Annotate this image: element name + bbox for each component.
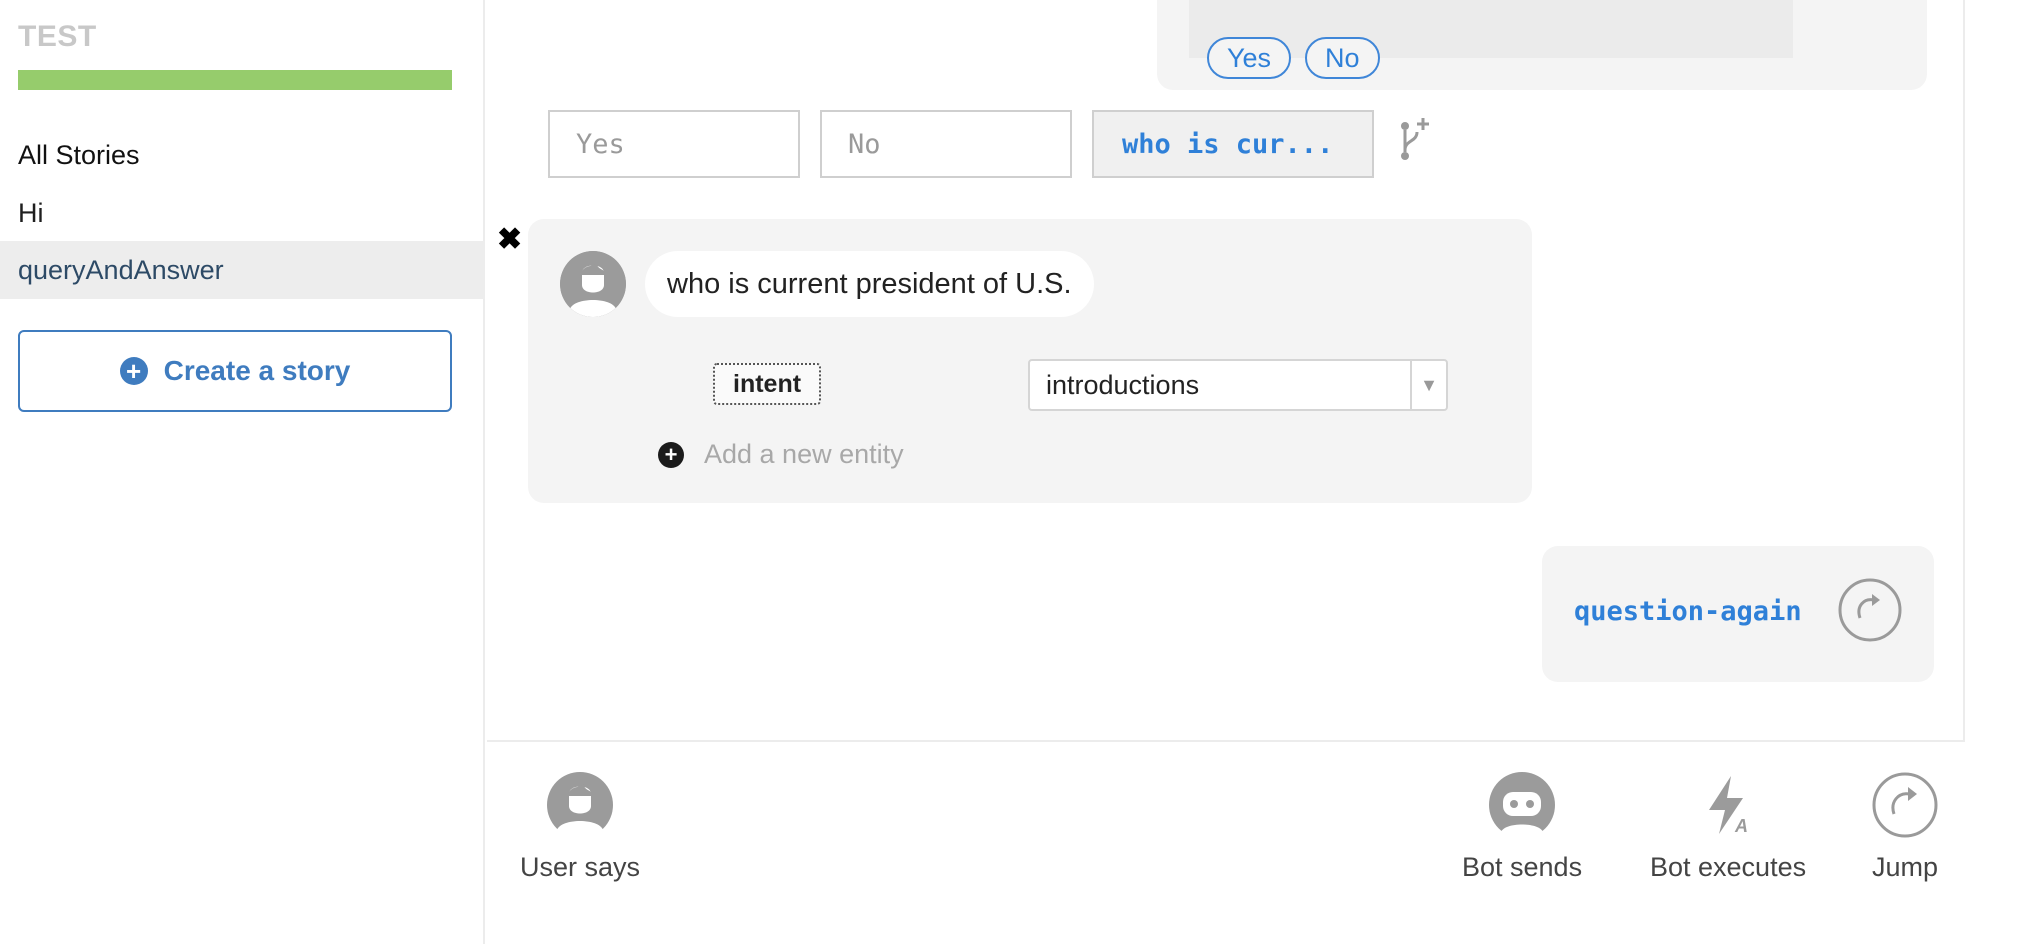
lightning-icon: A [1709, 776, 1748, 836]
branch-tab-who-is-current[interactable]: who is cur... [1092, 110, 1374, 178]
sidebar-item-label: queryAndAnswer [18, 255, 224, 285]
redo-arrow-icon [1872, 772, 1938, 838]
user-utterance-block: who is current president of U.S. intent … [528, 219, 1532, 503]
progress-fill [18, 70, 452, 90]
jump-target[interactable]: question-again [1574, 596, 1802, 627]
intent-select[interactable]: introductions ▼ [1028, 359, 1448, 411]
user-avatar-icon [547, 772, 614, 838]
add-bot-sends-button[interactable]: Bot sends [1462, 772, 1582, 883]
toolbar-label: Jump [1872, 852, 1939, 882]
jump-block: question-again [1542, 546, 1934, 682]
bot-button-no[interactable]: No [1305, 37, 1380, 79]
sidebar-item-label: All Stories [18, 140, 140, 170]
intent-label: intent [713, 363, 822, 405]
branch-tab-yes[interactable]: Yes [548, 110, 800, 178]
story-canvas: Yes No Yes No who is cur... ✖ who is cur… [487, 0, 1965, 742]
add-jump-button[interactable]: Jump [1872, 772, 1938, 883]
chevron-down-icon[interactable]: ▼ [1410, 361, 1446, 409]
branch-tab-label: Yes [576, 128, 625, 160]
user-utterance-text[interactable]: who is current president of U.S. [645, 251, 1094, 317]
create-story-button[interactable]: + Create a story [18, 330, 452, 412]
sidebar-item-query-and-answer[interactable]: queryAndAnswer [0, 241, 485, 299]
toolbar-label: Bot executes [1650, 852, 1807, 882]
add-entity-placeholder: Add a new entity [704, 439, 904, 469]
branch-tab-label: No [848, 128, 881, 160]
sidebar-item-hi[interactable]: Hi [0, 184, 485, 242]
branch-tab-no[interactable]: No [820, 110, 1072, 178]
project-progress-bar [18, 70, 452, 90]
branch-add-icon[interactable] [1395, 116, 1435, 164]
sidebar-item-label: Hi [18, 198, 44, 228]
redo-arrow-icon [1838, 578, 1902, 642]
remove-utterance-icon[interactable]: ✖ [497, 222, 522, 257]
user-avatar-icon [560, 251, 626, 317]
bot-button-label: No [1325, 42, 1360, 73]
bot-button-label: Yes [1227, 42, 1272, 73]
intent-select-value: introductions [1046, 369, 1200, 400]
toolbar-label: User says [520, 852, 641, 882]
add-entity-button[interactable]: + Add a new entity [658, 439, 904, 470]
bot-button-yes[interactable]: Yes [1207, 37, 1292, 79]
create-story-label: Create a story [163, 355, 351, 386]
add-bot-executes-button[interactable]: A Bot executes [1650, 772, 1806, 883]
add-user-says-button[interactable]: User says [520, 772, 640, 883]
toolbar-label: Bot sends [1462, 852, 1583, 882]
sidebar: TEST All Stories Hi queryAndAnswer + Cre… [0, 0, 485, 944]
story-editor-page: TEST All Stories Hi queryAndAnswer + Cre… [0, 0, 2030, 944]
plus-circle-icon: + [658, 441, 684, 468]
project-name: TEST [18, 20, 97, 53]
robot-icon [1489, 772, 1556, 838]
sidebar-item-all-stories[interactable]: All Stories [0, 126, 485, 184]
svg-text:A: A [1734, 816, 1748, 836]
branch-tab-label: who is cur... [1122, 128, 1334, 160]
plus-circle-icon: + [119, 357, 148, 385]
